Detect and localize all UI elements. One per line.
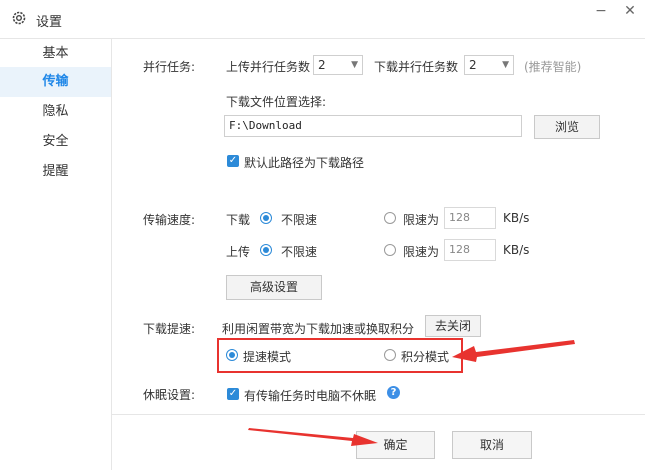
- annotation-arrow-left: [248, 428, 378, 446]
- annotation-arrow-right: [452, 340, 575, 362]
- annotation-arrows: [248, 340, 575, 446]
